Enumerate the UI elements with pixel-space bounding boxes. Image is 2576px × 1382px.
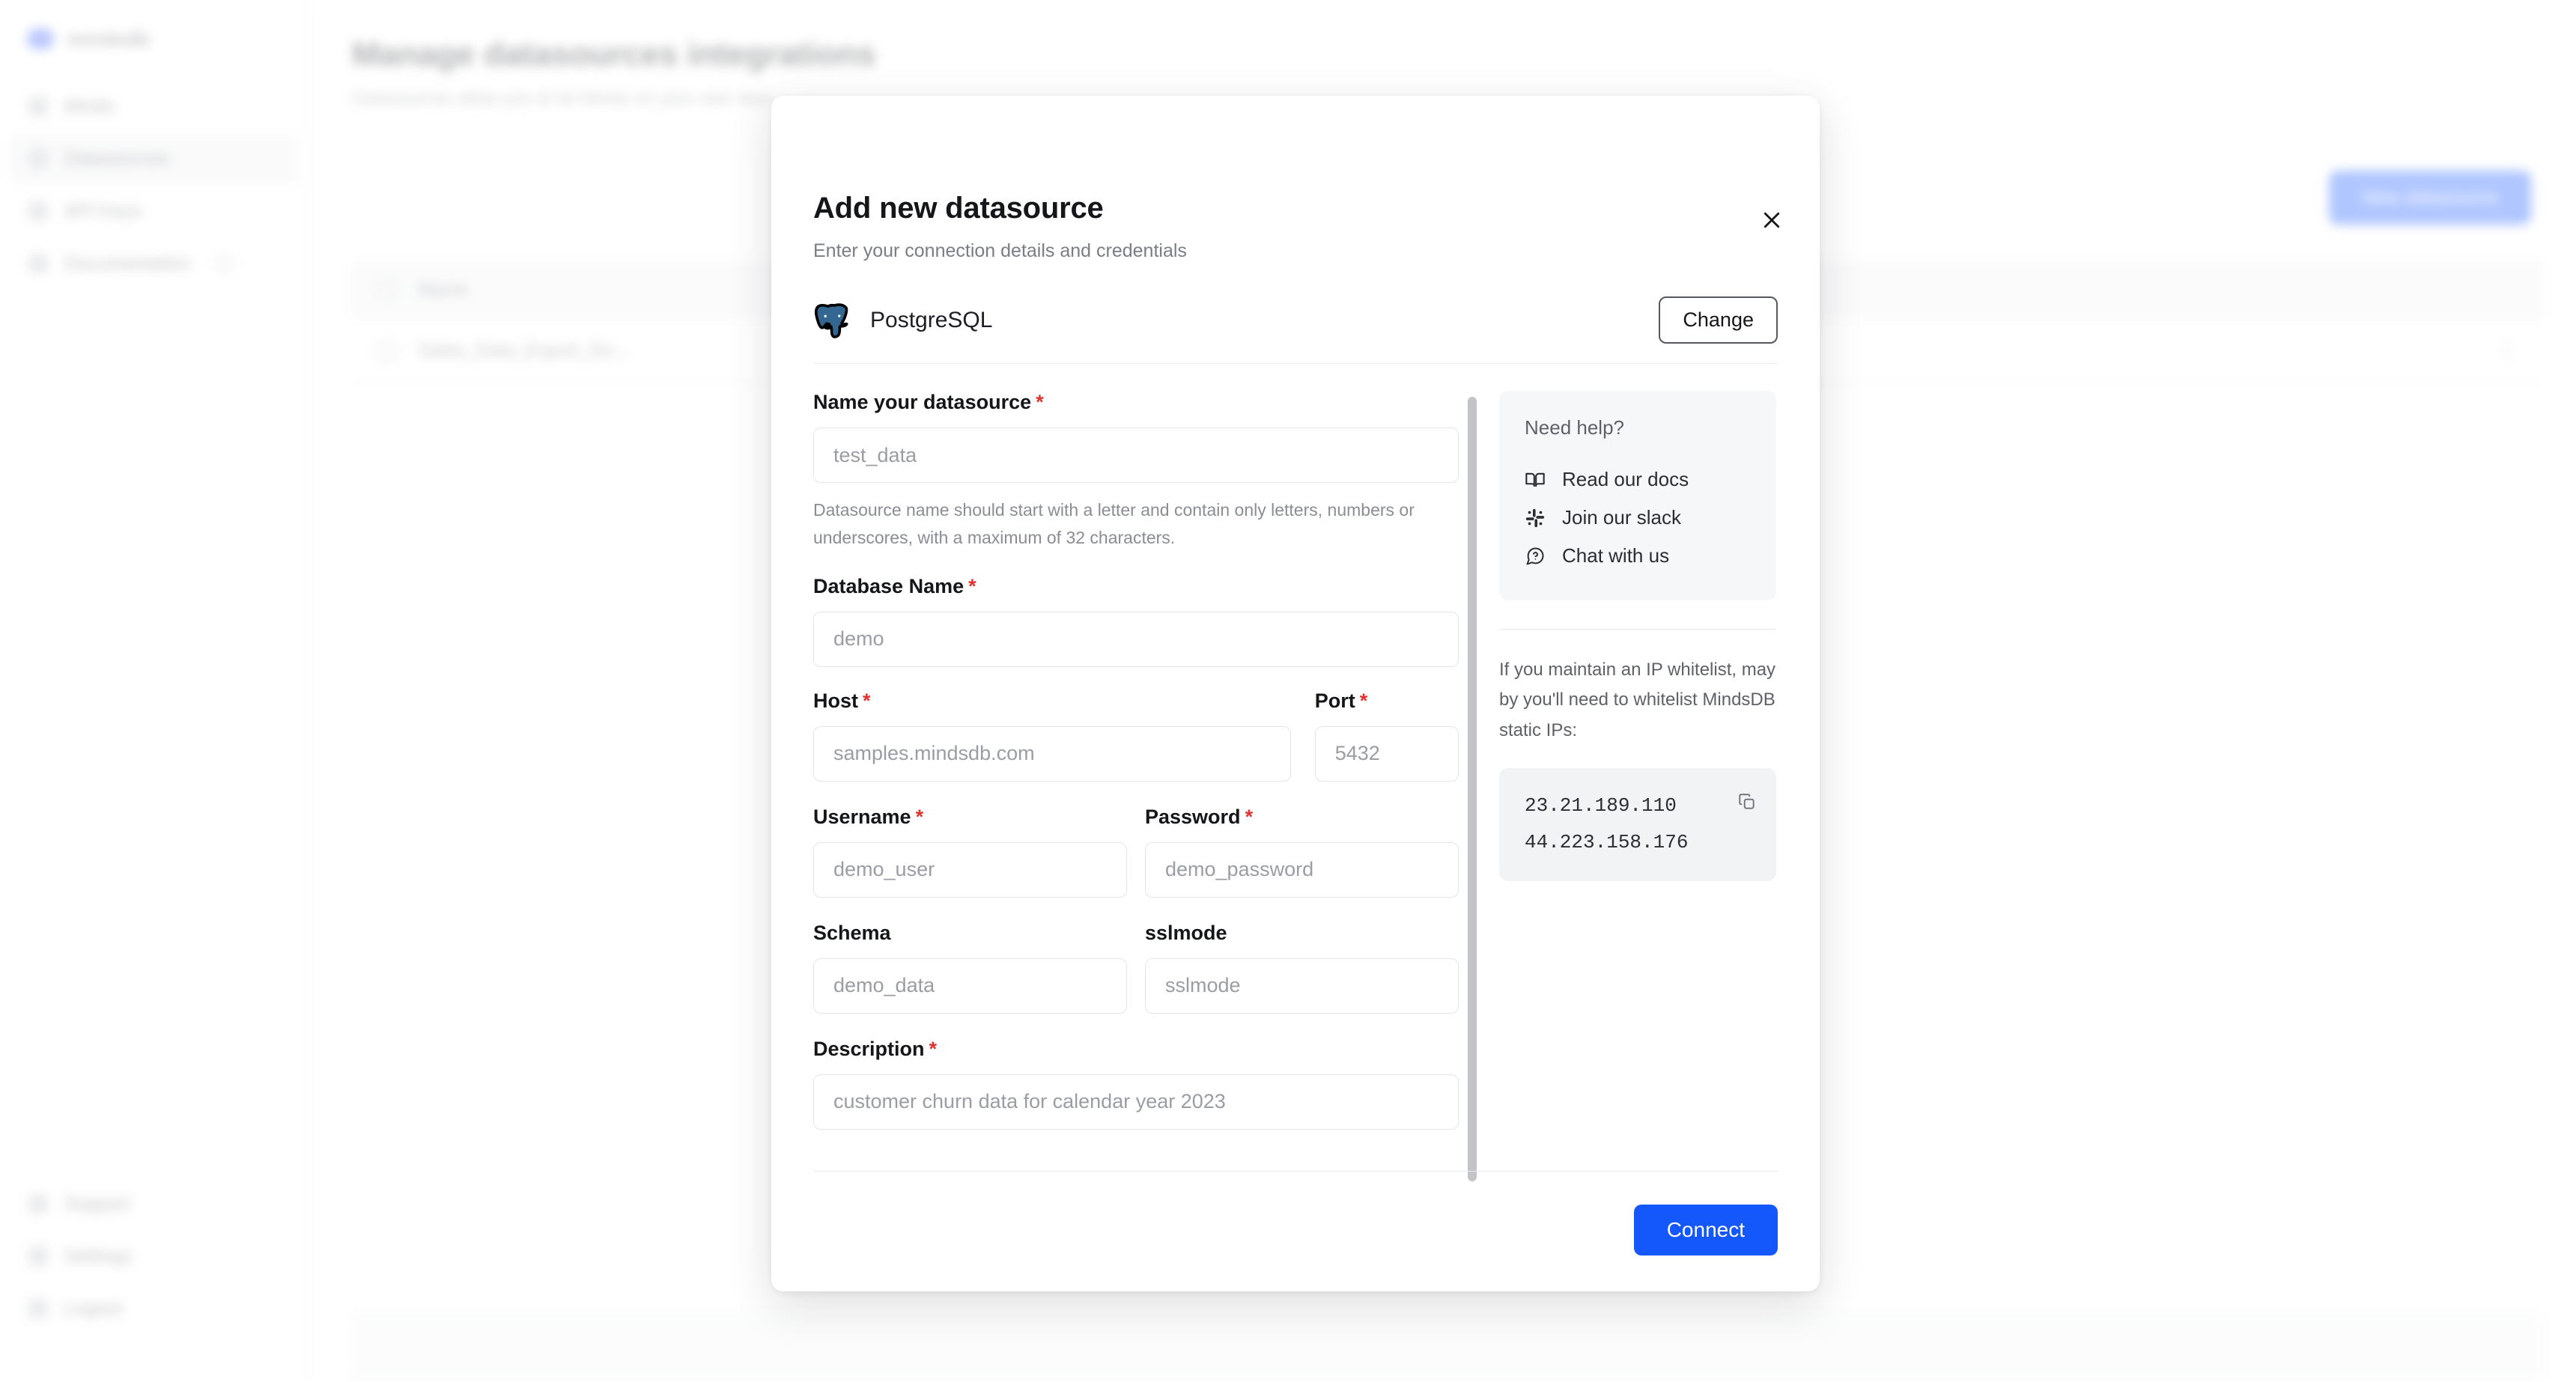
postgresql-elephant-icon bbox=[813, 302, 849, 339]
schema-input[interactable] bbox=[813, 958, 1127, 1014]
username-password-row: Username* Password* bbox=[813, 806, 1459, 898]
required-asterisk: * bbox=[1359, 689, 1368, 712]
label-datasource-name: Name your datasource * bbox=[813, 391, 1459, 414]
connect-button[interactable]: Connect bbox=[1633, 1205, 1778, 1255]
help-link-label: Read our docs bbox=[1562, 468, 1689, 490]
description-input[interactable] bbox=[813, 1074, 1459, 1130]
required-asterisk: * bbox=[915, 805, 924, 828]
field-password: Password * bbox=[1145, 806, 1459, 898]
password-input[interactable] bbox=[1145, 841, 1459, 898]
help-link-join-our-slack[interactable]: Join our slack bbox=[1525, 499, 1754, 537]
static-ips-list: 23.21.189.110 44.223.158.176 bbox=[1525, 788, 1688, 862]
app-root: mindsdb Minds Datasources API Keys Docum… bbox=[0, 0, 2576, 1382]
label-port: Port * bbox=[1315, 690, 1459, 713]
label-text: Database Name bbox=[813, 574, 965, 597]
sslmode-input[interactable] bbox=[1145, 958, 1459, 1014]
form-scrollbar[interactable] bbox=[1466, 397, 1477, 1183]
modal-footer: Connect bbox=[813, 1171, 1778, 1255]
form-scrollbar-thumb[interactable] bbox=[1468, 397, 1477, 1181]
ip-whitelist-text: If you maintain an IP whitelist, may by … bbox=[1499, 660, 1776, 740]
required-asterisk: * bbox=[929, 1037, 938, 1060]
help-link-label: Join our slack bbox=[1562, 506, 1681, 529]
label-text: Description bbox=[813, 1037, 925, 1060]
field-description: Description * bbox=[813, 1038, 1459, 1130]
label-text: Username bbox=[813, 805, 911, 828]
copy-icon[interactable] bbox=[1737, 792, 1757, 812]
datasource-name-hint: Datasource name should start with a lett… bbox=[813, 500, 1415, 548]
help-panel: Need help? Read our docs Join our slack … bbox=[1499, 391, 1776, 1177]
field-schema: Schema bbox=[813, 922, 1127, 1014]
static-ip-value: 44.223.158.176 bbox=[1525, 831, 1689, 854]
field-sslmode: sslmode bbox=[1145, 922, 1459, 1014]
field-database-name: Database Name * bbox=[813, 575, 1459, 667]
field-username: Username * bbox=[813, 806, 1127, 898]
label-host: Host * bbox=[813, 690, 1291, 713]
host-input[interactable] bbox=[813, 725, 1291, 782]
required-asterisk: * bbox=[863, 689, 871, 712]
question-chat-icon bbox=[1525, 546, 1546, 567]
label-sslmode: sslmode bbox=[1145, 921, 1227, 944]
port-input[interactable] bbox=[1314, 725, 1459, 782]
modal-title: Add new datasource bbox=[813, 192, 1104, 225]
label-text: Name your datasource bbox=[813, 391, 1032, 413]
database-name-input[interactable] bbox=[813, 611, 1459, 667]
help-divider bbox=[1499, 629, 1776, 630]
modal-subtitle: Enter your connection details and creden… bbox=[813, 240, 1187, 261]
help-title: Need help? bbox=[1525, 416, 1624, 439]
static-ip-value: 23.21.189.110 bbox=[1525, 794, 1677, 817]
label-database-name: Database Name * bbox=[813, 575, 1459, 598]
label-description: Description * bbox=[813, 1038, 1459, 1061]
host-port-row: Host* Port* bbox=[813, 690, 1459, 782]
help-link-read-our-docs[interactable]: Read our docs bbox=[1525, 460, 1754, 499]
datasource-name-input[interactable] bbox=[813, 427, 1459, 483]
engine-name: PostgreSQL bbox=[870, 307, 993, 332]
field-host: Host * bbox=[813, 690, 1291, 782]
label-text: Host bbox=[813, 689, 858, 712]
change-engine-button[interactable]: Change bbox=[1659, 296, 1778, 344]
close-icon[interactable] bbox=[1755, 204, 1788, 237]
label-text: Password bbox=[1145, 805, 1241, 828]
label-password: Password * bbox=[1145, 806, 1459, 829]
label-schema: Schema bbox=[813, 921, 891, 944]
field-port: Port * bbox=[1314, 690, 1459, 782]
form-scroll-area: Name your datasource* Datasource name sh… bbox=[813, 391, 1472, 1177]
label-username: Username * bbox=[813, 806, 1127, 829]
help-link-label: Chat with us bbox=[1562, 544, 1670, 567]
book-open-icon bbox=[1525, 469, 1546, 490]
help-link-chat-with-us[interactable]: Chat with us bbox=[1525, 537, 1754, 575]
field-datasource-name: Name your datasource* Datasource name sh… bbox=[813, 391, 1459, 553]
static-ips-card: 23.21.189.110 44.223.158.176 bbox=[1499, 767, 1776, 881]
connection-form: Name your datasource* Datasource name sh… bbox=[813, 391, 1477, 1181]
modal-header: Add new datasource Enter your connection… bbox=[771, 96, 1820, 262]
required-asterisk: * bbox=[968, 574, 976, 597]
label-text: Port bbox=[1314, 689, 1355, 712]
username-input[interactable] bbox=[813, 841, 1127, 898]
slack-icon bbox=[1525, 508, 1546, 529]
modal-body: Name your datasource* Datasource name sh… bbox=[771, 391, 1820, 1181]
schema-sslmode-row: Schema sslmode bbox=[813, 922, 1459, 1014]
required-asterisk: * bbox=[1245, 805, 1254, 828]
help-card: Need help? Read our docs Join our slack … bbox=[1499, 391, 1776, 600]
required-asterisk: * bbox=[1036, 391, 1044, 413]
engine-row: PostgreSQL Change bbox=[813, 296, 1778, 364]
add-datasource-modal: Add new datasource Enter your connection… bbox=[771, 96, 1820, 1291]
